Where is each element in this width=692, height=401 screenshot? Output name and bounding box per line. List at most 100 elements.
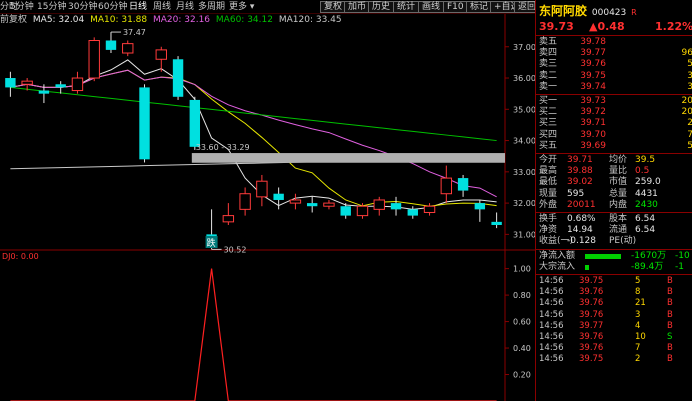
candle-body[interactable]	[407, 209, 418, 216]
stat-label: 总量	[609, 188, 628, 199]
tick-time: 14:56	[539, 276, 564, 286]
bid-row[interactable]: 买三 39.71 2	[539, 118, 692, 129]
stat-label: PE(动)	[609, 236, 637, 247]
row-value: 39.74	[580, 81, 606, 92]
tick-side: B	[667, 309, 673, 320]
candle-body[interactable]	[306, 203, 318, 207]
price-tick-label: 37.00	[513, 43, 535, 52]
candle-body[interactable]	[105, 40, 117, 50]
stat-value: 39.88	[567, 166, 593, 177]
row-volume: 5	[687, 59, 692, 70]
row-label: 买二	[539, 107, 558, 118]
candle-body[interactable]	[289, 199, 302, 204]
bid-row[interactable]: 买二 39.72 20	[539, 107, 692, 118]
row-value: 39.78	[580, 37, 606, 47]
candle-body[interactable]	[440, 177, 453, 195]
candle-body[interactable]	[256, 180, 268, 198]
candle-body[interactable]	[474, 203, 486, 210]
bid-row[interactable]: 买四 39.70 7	[539, 130, 692, 141]
candle-body[interactable]	[222, 215, 235, 223]
price-tick-label: 33.00	[513, 168, 535, 177]
candle-body[interactable]	[273, 193, 284, 200]
ma5-line	[10, 59, 497, 210]
ask-row[interactable]: 卖四 39.77 96	[539, 48, 692, 59]
tick-row: 14:56 39.76 3 B	[539, 310, 692, 321]
sub-tick-label: 0.20	[513, 371, 531, 380]
stat-label: 净资	[539, 225, 558, 236]
candle-body[interactable]	[172, 59, 184, 97]
price-change-pct: 1.22%	[655, 20, 692, 33]
candle-body[interactable]	[189, 99, 201, 147]
stat-row: 换手 0.68% 股本 6.54	[539, 214, 692, 225]
row-value: 39.69	[580, 140, 606, 151]
tick-price: 39.75	[579, 276, 604, 286]
candle-body[interactable]	[356, 205, 369, 217]
tick-volume: 8	[635, 287, 641, 298]
stat-value: 4431	[635, 188, 658, 199]
stat-label: 外盘	[539, 199, 558, 210]
sub-tick-label: 0.80	[513, 291, 531, 300]
quote-panel: 东阿阿胶 000423 R 39.73 ▲0.48 1.22% 卖五 39.78 卖…	[535, 0, 692, 401]
tick-price: 39.77	[579, 320, 604, 331]
stat-label: 流通	[609, 225, 628, 236]
tick-time: 14:56	[539, 343, 564, 354]
high-label: 37.47	[123, 28, 146, 37]
candle-body[interactable]	[21, 80, 33, 85]
stat-value: 6.54	[635, 225, 656, 236]
bid-row[interactable]: 买五 39.69 5	[539, 141, 692, 152]
candle-body[interactable]	[340, 206, 351, 216]
candle-body[interactable]	[88, 40, 100, 79]
stat-row: 收益(一) -0.128 PE(动)	[539, 236, 692, 247]
candle-body[interactable]	[38, 90, 50, 94]
stat-row: 外盘 20011 内盘 2430	[539, 200, 692, 211]
tick-time: 14:56	[539, 287, 564, 298]
margin-flag: R	[631, 8, 637, 17]
row-label: 卖四	[539, 48, 558, 59]
stat-value: 6.54	[635, 214, 656, 224]
stat-value: 20011	[567, 199, 596, 210]
ask-row[interactable]: 卖三 39.76 5	[539, 59, 692, 70]
tick-side: B	[667, 343, 673, 354]
fall-tag: 跌	[207, 238, 216, 249]
stat-value: 2430	[635, 199, 658, 210]
ask-row[interactable]: 卖二 39.75 3	[539, 71, 692, 82]
candle-body[interactable]	[71, 77, 84, 92]
row-label: 卖一	[539, 81, 558, 92]
candle-body[interactable]	[155, 49, 167, 60]
candle-body[interactable]	[390, 203, 402, 210]
stock-name: 东阿阿胶	[539, 4, 588, 18]
candle-body[interactable]	[239, 193, 251, 210]
tick-row: 14:56 39.77 4 B	[539, 321, 692, 332]
row-value: 39.72	[580, 107, 606, 118]
kline-chart[interactable]: 33.60 - 33.29 37.47 30.52 跌 37.00 36.00 35.00…	[0, 0, 535, 401]
tick-volume: 2	[635, 354, 641, 365]
bid-row[interactable]: 买一 39.73 20	[539, 96, 692, 107]
tick-volume: 4	[635, 320, 641, 331]
flow-label: 大宗流入	[539, 261, 576, 272]
last-price: 39.73	[539, 20, 574, 33]
candle-body[interactable]	[423, 205, 436, 213]
candle-body[interactable]	[323, 202, 335, 207]
stat-value: 259.0	[635, 177, 661, 188]
tick-time: 14:56	[539, 354, 564, 365]
stat-value: 0.5	[635, 166, 650, 177]
tick-row: 14:56 39.75 2 B	[539, 354, 692, 365]
candle-body[interactable]	[373, 199, 385, 210]
divider	[536, 274, 692, 275]
ask-row[interactable]: 卖一 39.74 3	[539, 82, 692, 93]
stat-label: 均价	[609, 155, 628, 165]
candle-body[interactable]	[491, 221, 502, 225]
candle-body[interactable]	[122, 43, 134, 54]
ask-row[interactable]: 卖五 39.78	[539, 37, 692, 48]
row-volume: 3	[687, 70, 692, 81]
candle-body[interactable]	[55, 84, 66, 88]
divider	[536, 35, 692, 36]
row-label: 买四	[539, 129, 558, 140]
flow-bar	[585, 253, 621, 259]
candle-body[interactable]	[139, 87, 150, 160]
row-value: 39.70	[580, 129, 606, 140]
candle-body[interactable]	[457, 178, 469, 191]
stat-value: 14.94	[567, 225, 593, 236]
candle-body[interactable]	[5, 78, 16, 88]
tick-time: 14:56	[539, 309, 564, 320]
